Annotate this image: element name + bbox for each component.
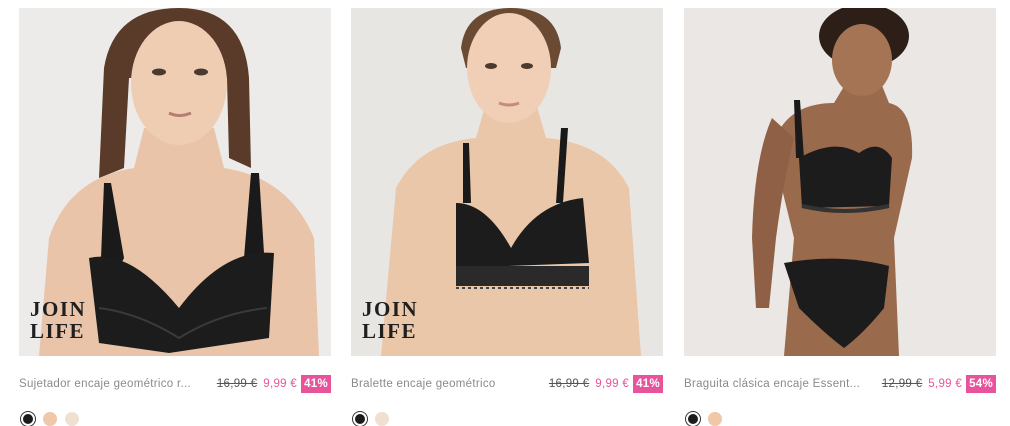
badge-line-1: JOIN (362, 297, 419, 321)
product-info: Braguita clásica encaje Essent... 12,99 … (684, 374, 996, 394)
product-info: Bralette encaje geométrico 16,99 € 9,99 … (351, 374, 663, 394)
swatch-nude[interactable] (43, 412, 57, 426)
swatch-black[interactable] (353, 412, 367, 426)
discount-badge: 54% (966, 375, 996, 393)
product-image[interactable]: JOIN LIFE (19, 8, 331, 356)
product-name[interactable]: Bralette encaje geométrico (351, 378, 545, 390)
product-card-3[interactable]: Braguita clásica encaje Essent... 12,99 … (684, 8, 996, 426)
swatch-cream[interactable] (375, 412, 389, 426)
join-life-badge: JOIN LIFE (362, 298, 418, 342)
product-name[interactable]: Sujetador encaje geométrico r... (19, 378, 213, 390)
color-swatches (686, 412, 722, 426)
swatch-nude[interactable] (708, 412, 722, 426)
swatch-cream[interactable] (65, 412, 79, 426)
color-swatches (353, 412, 389, 426)
discount-badge: 41% (301, 375, 331, 393)
price-old: 12,99 € (881, 378, 923, 390)
badge-line-2: LIFE (30, 319, 86, 343)
swatch-black[interactable] (21, 412, 35, 426)
product-image[interactable] (684, 8, 996, 356)
color-swatches (21, 412, 79, 426)
product-card-2[interactable]: JOIN LIFE Bralette encaje geométrico 16,… (351, 8, 663, 426)
product-card-1[interactable]: JOIN LIFE Sujetador encaje geométrico r.… (19, 8, 331, 426)
discount-badge: 41% (633, 375, 663, 393)
price-old: 16,99 € (216, 378, 258, 390)
product-name[interactable]: Braguita clásica encaje Essent... (684, 378, 878, 390)
price-new: 9,99 € (595, 378, 630, 390)
badge-line-1: JOIN (30, 297, 87, 321)
price-new: 9,99 € (263, 378, 298, 390)
join-life-badge: JOIN LIFE (30, 298, 86, 342)
swatch-black[interactable] (686, 412, 700, 426)
product-info: Sujetador encaje geométrico r... 16,99 €… (19, 374, 331, 394)
badge-line-2: LIFE (362, 319, 418, 343)
price-old: 16,99 € (548, 378, 590, 390)
product-image[interactable]: JOIN LIFE (351, 8, 663, 356)
price-new: 5,99 € (928, 378, 963, 390)
